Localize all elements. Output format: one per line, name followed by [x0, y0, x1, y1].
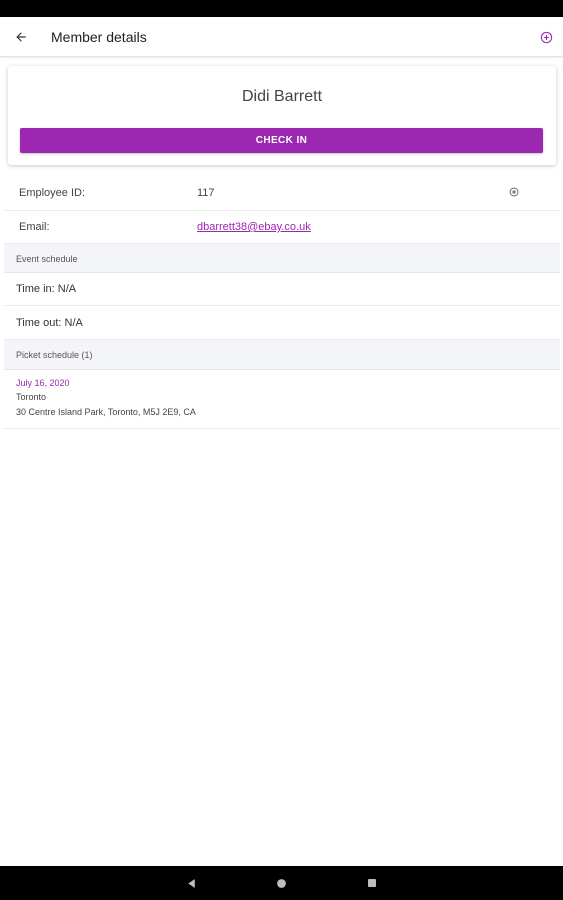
member-name: Didi Barrett	[241, 88, 323, 105]
system-nav-bar	[0, 866, 563, 900]
copy-icon[interactable]	[508, 186, 520, 198]
square-recents-icon	[368, 879, 376, 887]
arrow-back-icon	[16, 32, 26, 42]
event-schedule-title: Event schedule	[16, 254, 78, 264]
app-bar: Member details	[0, 17, 563, 57]
status-bar	[0, 0, 563, 17]
employee-id-row: Employee ID: 117	[4, 176, 560, 211]
time-in-text: Time in: N/A	[16, 283, 77, 295]
picket-schedule-item[interactable]: July 16, 2020 Toronto 30 Centre Island P…	[4, 370, 560, 429]
back-button[interactable]	[10, 26, 32, 48]
plus-circle-icon	[540, 31, 552, 43]
email-label: Email:	[19, 221, 50, 233]
employee-id-label: Employee ID:	[19, 187, 86, 199]
employee-id-value: 117	[197, 187, 215, 199]
picket-address: 30 Centre Island Park, Toronto, M5J 2E9,…	[16, 407, 196, 417]
nav-home-button[interactable]	[274, 876, 288, 890]
nav-recents-button[interactable]	[365, 876, 379, 890]
nav-back-button[interactable]	[184, 876, 198, 890]
time-out-row: Time out: N/A	[4, 306, 560, 340]
add-button[interactable]	[537, 28, 555, 46]
picket-city: Toronto	[16, 392, 47, 402]
picket-date: July 16, 2020	[16, 378, 70, 388]
circle-home-icon	[276, 878, 286, 888]
event-schedule-header: Event schedule	[4, 244, 560, 273]
email-link[interactable]: dbarrett38@ebay.co.uk	[197, 221, 311, 233]
check-in-button[interactable]: CHECK IN	[20, 128, 543, 153]
picket-schedule-header: Picket schedule (1)	[4, 340, 560, 370]
member-card: Didi Barrett CHECK IN	[8, 66, 556, 165]
triangle-back-icon	[187, 878, 195, 888]
time-in-row: Time in: N/A	[4, 273, 560, 306]
time-out-text: Time out: N/A	[16, 317, 83, 329]
page-title: Member details	[51, 29, 147, 45]
email-row: Email: dbarrett38@ebay.co.uk	[4, 211, 560, 244]
picket-schedule-title: Picket schedule (1)	[16, 350, 93, 360]
